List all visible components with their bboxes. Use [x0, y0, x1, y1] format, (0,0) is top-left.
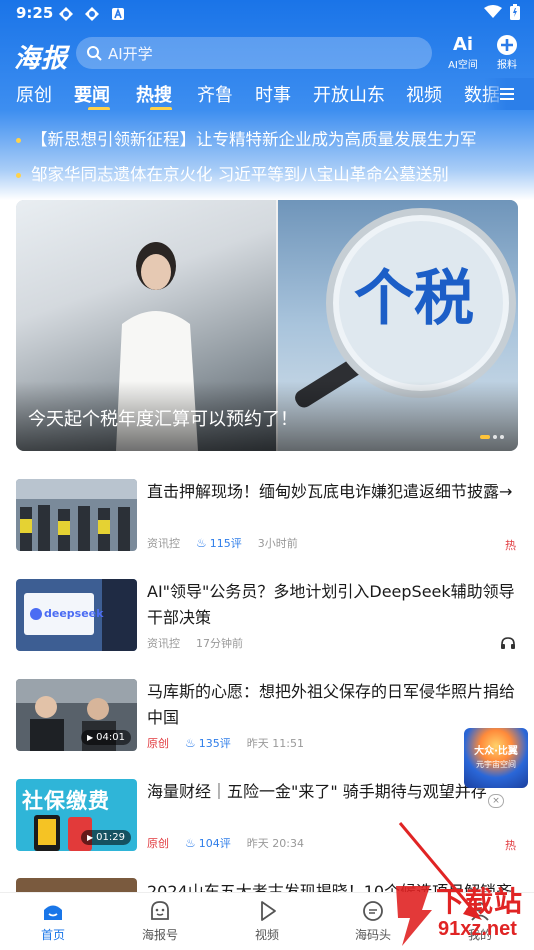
thumbnail-text: deepseek [44, 607, 104, 620]
news-meta: 资讯控 17分钟前 [147, 635, 243, 651]
tab-qilu[interactable]: 齐鲁 [197, 81, 233, 107]
status-bar: 9:25 [0, 0, 534, 28]
news-meta: 资讯控 ♨ 115评 3小时前 [147, 535, 298, 551]
nav-video-label: 视频 [254, 928, 279, 942]
app-notification-icon [85, 7, 99, 21]
face-icon [151, 901, 169, 920]
news-title: 直击押解现场！缅甸妙瓦底电诈嫌犯遣返细节披露→ [147, 482, 513, 501]
news-comments: 135评 [198, 737, 231, 750]
headline-text: 【新思想引领新征程】让专精特新企业成为高质量发展生力军 [31, 130, 477, 149]
watermark-logo-icon [396, 886, 432, 946]
news-title: 马库斯的心愿：想把外祖父保存的日军侵华照片捐给中国 [147, 682, 516, 727]
watermark-title: 下载站 [436, 885, 524, 918]
news-thumbnail [16, 479, 137, 551]
floating-ad[interactable]: 大众·比翼 元宇宙空间 [464, 728, 528, 788]
tab-video[interactable]: 视频 [406, 81, 442, 107]
duration-text: 01:29 [96, 832, 125, 843]
news-item[interactable]: 直击押解现场！缅甸妙瓦底电诈嫌犯遣返细节披露→ 资讯控 ♨ 115评 3小时前 … [0, 479, 534, 579]
site-watermark: 下载站 91xz.net [388, 878, 534, 950]
news-comments: 104评 [198, 837, 231, 850]
tab-open-shandong[interactable]: 开放山东 [313, 81, 385, 107]
nav-haibao-label: 海报号 [141, 928, 178, 942]
app-logo[interactable]: 海报 [14, 38, 68, 75]
news-thumbnail: 社保缴费 ▶ 01:29 [16, 779, 137, 851]
carousel-indicator [480, 435, 504, 439]
flame-icon: ♨ [185, 736, 196, 750]
status-icons [484, 4, 520, 20]
wifi-icon [484, 5, 502, 18]
play-icon: ▶ [87, 833, 94, 842]
tab-news[interactable]: 要闻 [74, 81, 110, 110]
bullet-dot [16, 138, 21, 143]
news-item[interactable]: ▶ 04:01 马库斯的心愿：想把外祖父保存的日军侵华照片捐给中国 原创 ♨ 13… [0, 679, 534, 779]
search-icon [87, 46, 102, 61]
banner-caption: 今天起个税年度汇算可以预约了！ [28, 409, 298, 430]
watermark-url: 91xz.net [438, 918, 517, 940]
news-source: 资讯控 [147, 537, 180, 550]
headphones-icon[interactable] [500, 636, 516, 650]
report-label: 报料 [497, 60, 517, 71]
hot-badge: 热 [505, 839, 516, 852]
plus-circle-icon [490, 34, 524, 56]
news-comments: 115评 [209, 537, 242, 550]
report-button[interactable]: 报料 [490, 34, 524, 71]
search-placeholder: AI开学 [108, 44, 153, 63]
nav-home[interactable]: 首页 [23, 899, 83, 943]
ai-space-label: AI空间 [448, 60, 478, 71]
status-time: 9:25 [16, 4, 54, 22]
news-time: 3小时前 [257, 537, 298, 550]
ad-close-icon[interactable]: × [488, 794, 504, 808]
app-notification-icon [59, 7, 73, 21]
news-thumbnail: ▶ 04:01 [16, 679, 137, 751]
news-meta: 原创 ♨ 135评 昨天 11:51 [147, 735, 304, 751]
ai-space-button[interactable]: Ai AI空间 [446, 34, 480, 71]
news-title: 海量财经｜五险一金"来了" 骑手期待与观望并存 [147, 782, 487, 801]
news-meta: 原创 ♨ 104评 昨天 20:34 [147, 835, 304, 851]
news-item[interactable]: deepseek AI"领导"公务员？多地计划引入DeepSeek辅助领导干部决… [0, 579, 534, 679]
news-thumbnail: deepseek [16, 579, 137, 651]
video-duration: ▶ 04:01 [81, 730, 131, 745]
ai-icon: Ai [452, 34, 474, 55]
video-duration: ▶ 01:29 [81, 830, 131, 845]
bullet-dot [16, 173, 21, 178]
banner-lens-text: 个税 [354, 264, 474, 334]
home-icon [44, 905, 62, 920]
tab-current-affairs[interactable]: 时事 [255, 81, 291, 107]
battery-icon [510, 4, 520, 20]
hot-badge: 热 [505, 539, 516, 552]
play-triangle-icon [261, 901, 276, 921]
ad-title: 大众·比翼 [474, 746, 518, 757]
channel-tabs: 原创 要闻 热搜 齐鲁 时事 开放山东 视频 数据 [0, 78, 534, 110]
tab-trending[interactable]: 热搜 [136, 81, 172, 110]
duration-text: 04:01 [96, 732, 125, 743]
banner-carousel[interactable]: 个税 今天起个税年度汇算可以预约了！ [16, 200, 518, 451]
flame-icon: ♨ [185, 836, 196, 850]
nav-home-label: 首页 [40, 928, 65, 942]
tab-original[interactable]: 原创 [16, 81, 52, 107]
news-title: AI"领导"公务员？多地计划引入DeepSeek辅助领导干部决策 [147, 582, 515, 627]
notification-a-icon [112, 7, 124, 20]
news-time: 昨天 11:51 [246, 737, 304, 750]
chat-bubble-icon [363, 901, 383, 921]
news-source: 资讯控 [147, 637, 180, 650]
search-bar[interactable]: AI开学 [76, 37, 432, 69]
news-item[interactable]: 社保缴费 ▶ 01:29 海量财经｜五险一金"来了" 骑手期待与观望并存 原创 ♨… [0, 779, 534, 879]
news-source: 原创 [147, 737, 169, 750]
play-icon: ▶ [87, 733, 94, 742]
channel-menu-icon[interactable] [500, 88, 514, 100]
news-source: 原创 [147, 837, 169, 850]
nav-haima-label: 海码头 [354, 928, 391, 942]
headline-text: 邹家华同志遗体在京火化 习近平等到八宝山革命公墓送别 [31, 165, 449, 184]
nav-haibao-account[interactable]: 海报号 [130, 899, 190, 943]
news-time: 17分钟前 [196, 637, 243, 650]
ad-subtitle: 元宇宙空间 [476, 760, 516, 769]
nav-video[interactable]: 视频 [237, 899, 297, 943]
headline-item[interactable]: 【新思想引领新征程】让专精特新企业成为高质量发展生力军 [16, 126, 477, 150]
news-time: 昨天 20:34 [246, 837, 304, 850]
thumbnail-text: 社保缴费 [22, 789, 110, 813]
headline-item[interactable]: 邹家华同志遗体在京火化 习近平等到八宝山革命公墓送别 [16, 161, 449, 185]
flame-icon: ♨ [196, 536, 207, 550]
